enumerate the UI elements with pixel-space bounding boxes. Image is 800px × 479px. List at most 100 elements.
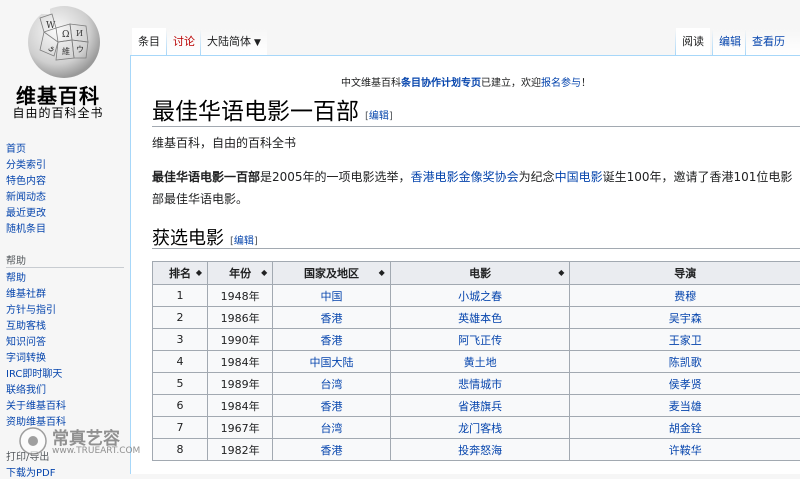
intro-text-4: 部最佳华语电影。 xyxy=(152,192,248,206)
download-pdf-link[interactable]: 下载为PDF xyxy=(6,464,55,479)
tab-article-label: 条目 xyxy=(138,35,160,48)
column-header-year[interactable]: 年份 ◆ xyxy=(207,262,272,285)
cell-director[interactable]: 吴宇森 xyxy=(570,307,800,329)
cell-region[interactable]: 台湾 xyxy=(273,373,390,395)
nav-item-categories[interactable]: 分类索引 xyxy=(6,158,126,174)
tab-read[interactable]: 阅读 xyxy=(676,28,710,55)
intro-link-chinese-cinema[interactable]: 中国电影 xyxy=(555,170,603,184)
cell-region[interactable]: 香港 xyxy=(273,439,390,461)
cell-director[interactable]: 费穆 xyxy=(570,285,800,307)
intro-link-hkfaa[interactable]: 香港电影金像奖协会 xyxy=(411,170,519,184)
intro-text-1: 是2005年的一项电影选举， xyxy=(260,170,411,184)
watermark-url: www.TRUEART.COM xyxy=(52,446,140,456)
svg-text:ウ: ウ xyxy=(76,45,84,54)
table-row: 8 1982年 香港 投奔怒海 许鞍华 xyxy=(153,439,800,461)
cell-director[interactable]: 王家卫 xyxy=(570,329,800,351)
cell-year: 1984年 xyxy=(207,351,272,373)
cell-film[interactable]: 龙门客栈 xyxy=(390,417,570,439)
cell-film[interactable]: 省港旗兵 xyxy=(390,395,570,417)
cell-director[interactable]: 许鞍华 xyxy=(570,439,800,461)
site-tagline: 自由的百科全书 xyxy=(0,104,116,121)
cell-region[interactable]: 台湾 xyxy=(273,417,390,439)
help-divider xyxy=(6,267,124,268)
intro-text-3: 诞生100年，邀请了香港101位电影 xyxy=(603,170,793,184)
tab-talk-label: 讨论 xyxy=(173,35,195,48)
cell-year: 1984年 xyxy=(207,395,272,417)
title-edit-link[interactable]: [编辑] xyxy=(365,111,393,122)
notice-prefix: 中文维基百科 xyxy=(341,78,401,89)
page-tabs: 条目 讨论 大陆简体▼ 阅读 编辑 查看历史 xyxy=(130,28,800,56)
section-edit-label: 编辑 xyxy=(234,236,254,247)
sort-icon: ◆ xyxy=(261,268,267,277)
help-item-irc[interactable]: IRC即时聊天 xyxy=(6,367,126,383)
help-item-village-pump[interactable]: 互助客栈 xyxy=(6,319,126,335)
notice-signup-link[interactable]: 报名参与 xyxy=(541,78,581,89)
cell-region[interactable]: 中国大陆 xyxy=(273,351,390,373)
nav-item-recent-changes[interactable]: 最近更改 xyxy=(6,206,126,222)
cell-director[interactable]: 麦当雄 xyxy=(570,395,800,417)
trueart-watermark: 常真艺容 www.TRUEART.COM xyxy=(18,424,168,460)
column-header-label: 导演 xyxy=(674,267,696,280)
cell-film[interactable]: 黄土地 xyxy=(390,351,570,373)
cell-film[interactable]: 悲情城市 xyxy=(390,373,570,395)
cell-film[interactable]: 英雄本色 xyxy=(390,307,570,329)
section-heading-text: 获选电影 xyxy=(152,228,224,249)
sort-icon: ◆ xyxy=(379,268,385,277)
cell-director[interactable]: 侯孝贤 xyxy=(570,373,800,395)
section-heading: 获选电影 [编辑] xyxy=(152,224,258,250)
table-row: 1 1948年 中国 小城之春 费穆 xyxy=(153,285,800,307)
variant-dropdown[interactable]: 大陆简体▼ xyxy=(201,28,267,55)
column-header-film[interactable]: 电影◆ xyxy=(390,262,570,285)
help-item-help[interactable]: 帮助 xyxy=(6,271,126,287)
help-menu: 帮助 维基社群 方针与指引 互助客栈 知识问答 字词转换 IRC即时聊天 联络我… xyxy=(6,271,126,431)
table-row: 3 1990年 香港 阿飞正传 王家卫 xyxy=(153,329,800,351)
nav-item-news[interactable]: 新闻动态 xyxy=(6,190,126,206)
help-item-contact[interactable]: 联络我们 xyxy=(6,383,126,399)
nav-item-main-page[interactable]: 首页 xyxy=(6,142,126,158)
svg-text:W: W xyxy=(46,21,56,31)
cell-rank: 5 xyxy=(153,373,208,395)
title-edit-label: 编辑 xyxy=(369,111,389,122)
cell-region[interactable]: 香港 xyxy=(273,329,390,351)
help-item-community[interactable]: 维基社群 xyxy=(6,287,126,303)
cell-region[interactable]: 中国 xyxy=(273,285,390,307)
wikipedia-globe-logo-icon[interactable]: W Ω И ي 維 ウ xyxy=(10,4,106,80)
cell-rank: 2 xyxy=(153,307,208,329)
cell-region[interactable]: 香港 xyxy=(273,307,390,329)
intro-bold-title: 最佳华语电影一百部 xyxy=(152,170,260,184)
nav-item-featured[interactable]: 特色内容 xyxy=(6,174,126,190)
column-header-rank[interactable]: 排名◆ xyxy=(153,262,208,285)
nav-item-random[interactable]: 随机条目 xyxy=(6,222,126,238)
cell-rank: 6 xyxy=(153,395,208,417)
intro-paragraph: 最佳华语电影一百部是2005年的一项电影选举，香港电影金像奖协会为纪念中国电影诞… xyxy=(152,166,800,210)
cell-film[interactable]: 投奔怒海 xyxy=(390,439,570,461)
notice-suffix: ！ xyxy=(581,78,591,89)
cell-film[interactable]: 阿飞正传 xyxy=(390,329,570,351)
sort-icon: ◆ xyxy=(558,268,564,277)
tab-article[interactable]: 条目 xyxy=(132,28,166,55)
cell-year: 1948年 xyxy=(207,285,272,307)
notice-project-link[interactable]: 条目协作计划专页 xyxy=(401,78,481,89)
table-row: 4 1984年 中国大陆 黄土地 陈凯歌 xyxy=(153,351,800,373)
heading-divider xyxy=(152,126,800,127)
films-table: 排名◆ 年份 ◆ 国家及地区◆ 电影◆ 导演 1 1948年 中国 小城之春 费穆… xyxy=(152,261,800,461)
column-header-region[interactable]: 国家及地区◆ xyxy=(273,262,390,285)
section-edit-link[interactable]: [编辑] xyxy=(230,236,258,247)
help-item-about[interactable]: 关于维基百科 xyxy=(6,399,126,415)
cell-director[interactable]: 陈凯歌 xyxy=(570,351,800,373)
cell-director[interactable]: 胡金铨 xyxy=(570,417,800,439)
cell-film[interactable]: 小城之春 xyxy=(390,285,570,307)
tab-edit[interactable]: 编辑 xyxy=(713,28,747,55)
site-subtitle: 维基百科，自由的百科全书 xyxy=(152,134,296,151)
tab-history[interactable]: 查看历史 xyxy=(746,28,800,55)
column-header-label: 年份 xyxy=(229,267,251,280)
cell-region[interactable]: 香港 xyxy=(273,395,390,417)
tab-talk[interactable]: 讨论 xyxy=(167,28,201,55)
table-row: 2 1986年 香港 英雄本色 吴宇森 xyxy=(153,307,800,329)
section-divider xyxy=(152,248,800,249)
help-item-conversion[interactable]: 字词转换 xyxy=(6,351,126,367)
tab-read-label: 阅读 xyxy=(682,35,704,48)
help-item-qa[interactable]: 知识问答 xyxy=(6,335,126,351)
help-item-policies[interactable]: 方针与指引 xyxy=(6,303,126,319)
column-header-director[interactable]: 导演 xyxy=(570,262,800,285)
